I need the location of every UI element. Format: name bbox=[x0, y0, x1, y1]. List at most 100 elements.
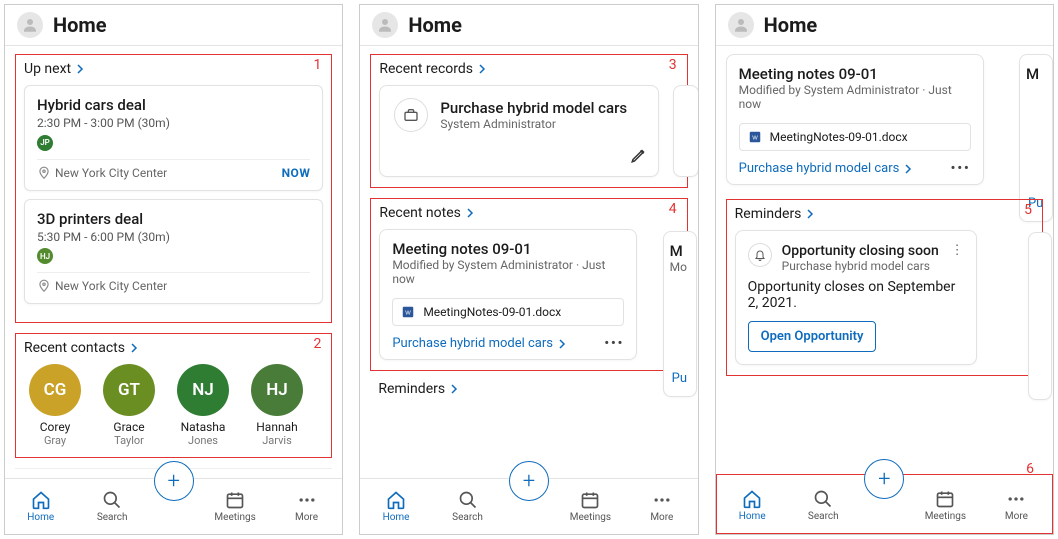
nav-search[interactable]: Search bbox=[82, 490, 142, 523]
event-time: 5:30 PM - 6:00 PM (30m) bbox=[37, 230, 310, 244]
reminder-sub: Purchase hybrid model cars bbox=[782, 259, 964, 273]
nav-meetings[interactable]: Meetings bbox=[205, 490, 265, 523]
svg-text:W: W bbox=[406, 310, 412, 316]
search-icon bbox=[813, 489, 833, 509]
nav-meetings[interactable]: Meetings bbox=[560, 490, 620, 523]
reminders-header[interactable]: Reminders bbox=[370, 381, 687, 397]
app-header: Home bbox=[360, 5, 697, 46]
nav-more[interactable]: More bbox=[986, 489, 1046, 522]
bottom-nav-section: 6 + Home Search Meetings More bbox=[716, 474, 1053, 534]
recent-contacts-header[interactable]: Recent contacts bbox=[24, 340, 323, 356]
chevron-right-icon bbox=[129, 343, 139, 353]
contact-item[interactable]: JJosP bbox=[320, 364, 323, 447]
nav-label: More bbox=[295, 512, 318, 523]
reminder-title: Opportunity closing soon bbox=[782, 243, 939, 259]
reminder-more[interactable]: ⋮ bbox=[951, 243, 964, 259]
bottom-nav: + Home Search Meetings More bbox=[360, 478, 697, 534]
contact-item[interactable]: NJNatashaJones bbox=[172, 364, 234, 447]
chevron-right-icon bbox=[557, 339, 567, 349]
bell-icon bbox=[748, 243, 772, 267]
chevron-right-icon bbox=[75, 64, 85, 74]
event-location: New York City Center bbox=[55, 166, 167, 180]
attachment-name: MeetingNotes-09-01.docx bbox=[423, 305, 561, 319]
contact-last: Gray bbox=[44, 434, 66, 447]
note-card[interactable]: Meeting notes 09-01 Modified by System A… bbox=[379, 229, 637, 360]
more-actions[interactable]: ••• bbox=[604, 336, 624, 351]
avatar[interactable] bbox=[372, 12, 398, 38]
contact-last: Taylor bbox=[114, 434, 144, 447]
nav-label: Meetings bbox=[925, 511, 966, 522]
note-card[interactable]: Meeting notes 09-01 Modified by System A… bbox=[726, 54, 984, 185]
upnext-card[interactable]: 3D printers deal 5:30 PM - 6:00 PM (30m)… bbox=[24, 199, 323, 305]
person-icon bbox=[732, 16, 750, 34]
note-card-peek[interactable]: M Pu bbox=[1019, 54, 1053, 222]
page-title: Home bbox=[53, 13, 107, 37]
record-card-peek[interactable] bbox=[673, 85, 698, 177]
recent-notes-section: 4 Recent notes Meeting notes 09-01 Modif… bbox=[370, 198, 687, 371]
app-header: Home bbox=[716, 5, 1053, 46]
nav-more[interactable]: More bbox=[277, 490, 337, 523]
note-related-link[interactable]: Purchase hybrid model cars bbox=[392, 336, 567, 351]
more-actions[interactable]: ••• bbox=[951, 161, 971, 176]
nav-label: More bbox=[1005, 511, 1028, 522]
record-card[interactable]: Purchase hybrid model cars System Admini… bbox=[379, 85, 659, 177]
location-pin-icon bbox=[37, 166, 51, 180]
attachment-name: MeetingNotes-09-01.docx bbox=[770, 130, 908, 144]
nav-home[interactable]: Home bbox=[366, 490, 426, 523]
contact-initials: CG bbox=[29, 364, 81, 416]
reminders-header[interactable]: Reminders bbox=[735, 206, 1034, 222]
chevron-right-icon bbox=[477, 64, 487, 74]
more-icon bbox=[652, 490, 672, 510]
edit-button[interactable] bbox=[630, 146, 648, 168]
avatar[interactable] bbox=[728, 12, 754, 38]
nav-more[interactable]: More bbox=[632, 490, 692, 523]
contact-first: Corey bbox=[40, 420, 71, 434]
note-attachment[interactable]: W MeetingNotes-09-01.docx bbox=[739, 123, 971, 151]
nav-meetings[interactable]: Meetings bbox=[915, 489, 975, 522]
fab-add-button[interactable]: + bbox=[509, 461, 549, 501]
nav-home[interactable]: Home bbox=[722, 489, 782, 522]
calendar-icon bbox=[225, 490, 245, 510]
svg-text:W: W bbox=[752, 135, 758, 141]
note-card-peek[interactable]: M Mo Pu bbox=[663, 231, 697, 397]
contact-item[interactable]: HJHannahJarvis bbox=[246, 364, 308, 447]
event-time: 2:30 PM - 3:00 PM (30m) bbox=[37, 116, 310, 130]
note-related-link[interactable]: Purchase hybrid model cars bbox=[739, 161, 914, 176]
recent-notes-label: Recent notes bbox=[379, 205, 461, 221]
upnext-label: Up next bbox=[24, 61, 71, 77]
recent-notes-header[interactable]: Recent notes bbox=[379, 205, 678, 221]
reminder-card-peek[interactable] bbox=[1028, 232, 1052, 400]
contact-item[interactable]: CG CoreyGray bbox=[24, 364, 86, 447]
contact-initials: HJ bbox=[251, 364, 303, 416]
contact-first: Grace bbox=[113, 420, 144, 434]
nav-search[interactable]: Search bbox=[438, 490, 498, 523]
open-opportunity-button[interactable]: Open Opportunity bbox=[748, 321, 877, 352]
upnext-header[interactable]: Up next bbox=[24, 61, 323, 77]
nav-label: Search bbox=[97, 512, 128, 523]
callout-2: 2 bbox=[313, 336, 321, 352]
phone-screen-3: Home Meeting notes 09-01 Modified by Sys… bbox=[715, 4, 1054, 535]
nav-label: Search bbox=[808, 511, 839, 522]
contact-first: Natasha bbox=[181, 420, 226, 434]
reminder-card[interactable]: Opportunity closing soon ⋮ Purchase hybr… bbox=[735, 230, 977, 365]
event-location: New York City Center bbox=[55, 279, 167, 293]
contact-item[interactable]: GTGraceTaylor bbox=[98, 364, 160, 447]
upnext-card[interactable]: Hybrid cars deal 2:30 PM - 3:00 PM (30m)… bbox=[24, 85, 323, 191]
avatar[interactable] bbox=[17, 12, 43, 38]
recent-records-header[interactable]: Recent records bbox=[379, 61, 678, 77]
reminders-label: Reminders bbox=[378, 381, 445, 397]
nav-home[interactable]: Home bbox=[11, 490, 71, 523]
link-text: Purchase hybrid model cars bbox=[739, 161, 900, 176]
more-icon bbox=[1006, 489, 1026, 509]
fab-add-button[interactable]: + bbox=[154, 461, 194, 501]
note-attachment[interactable]: W MeetingNotes-09-01.docx bbox=[392, 298, 624, 326]
nav-search[interactable]: Search bbox=[793, 489, 853, 522]
phone-screen-2: Home 3 Recent records Purchase hybrid mo… bbox=[359, 4, 698, 535]
word-doc-icon: W bbox=[748, 130, 762, 144]
recent-records-label: Recent records bbox=[379, 61, 473, 77]
nav-label: Search bbox=[452, 512, 483, 523]
event-title: Hybrid cars deal bbox=[37, 96, 310, 114]
fab-add-button[interactable]: + bbox=[864, 459, 904, 499]
home-icon bbox=[742, 489, 762, 509]
contact-initials: NJ bbox=[177, 364, 229, 416]
